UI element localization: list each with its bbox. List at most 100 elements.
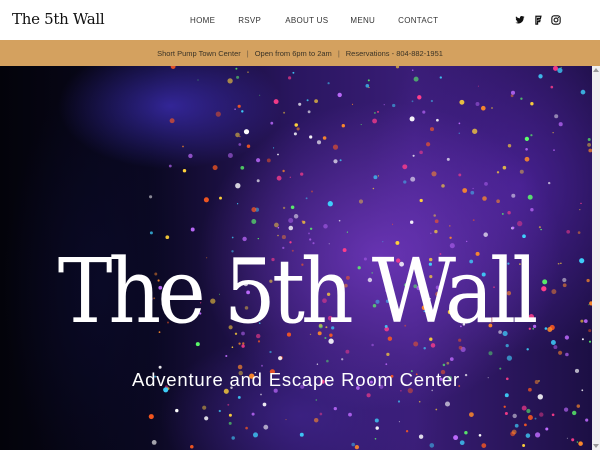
glitter-speck [277, 234, 279, 237]
instagram-icon[interactable] [551, 15, 561, 25]
glitter-speck [558, 350, 563, 355]
glitter-speck [288, 76, 292, 80]
reservations-text: Reservations - 804-882-1951 [345, 48, 443, 58]
glitter-speck [511, 226, 515, 230]
glitter-speck [188, 153, 193, 159]
glitter-speck [345, 349, 350, 354]
glitter-speck [449, 225, 451, 227]
glitter-speck [288, 225, 294, 231]
glitter-speck [313, 417, 319, 423]
glitter-speck [260, 393, 262, 396]
glitter-speck [277, 153, 279, 156]
glitter-speck [472, 219, 475, 222]
glitter-speck [576, 404, 581, 408]
nav-contact[interactable]: CONTACT [398, 16, 438, 25]
nav-about-us[interactable]: ABOUT US [285, 16, 328, 25]
glitter-speck [503, 405, 506, 408]
glitter-speck [507, 210, 511, 215]
glitter-speck [175, 408, 179, 413]
glitter-speck [412, 154, 415, 157]
glitter-speck [377, 175, 379, 177]
glitter-speck [484, 182, 488, 186]
glitter-speck [251, 412, 255, 416]
glitter-speck [409, 220, 414, 224]
glitter-speck [366, 393, 371, 398]
glitter-speck [580, 202, 582, 205]
page-scrollbar[interactable] [592, 66, 600, 450]
scroll-down-arrow-icon[interactable] [593, 444, 599, 448]
glitter-speck [247, 71, 249, 73]
glitter-speck [504, 411, 508, 416]
glitter-speck [149, 195, 153, 199]
glitter-speck [341, 124, 345, 128]
nav-rsvp[interactable]: RSVP [238, 16, 261, 25]
glitter-speck [281, 235, 286, 240]
nav-home[interactable]: HOME [190, 16, 215, 25]
glitter-speck [449, 357, 454, 361]
glitter-speck [165, 235, 170, 240]
glitter-speck [411, 100, 414, 103]
glitter-speck [372, 187, 375, 190]
glitter-speck [323, 224, 328, 229]
glitter-speck [442, 363, 446, 367]
glitter-speck [227, 403, 230, 406]
glitter-speck [299, 432, 304, 437]
glitter-speck [524, 156, 530, 162]
glitter-speck [231, 346, 234, 349]
glitter-speck [565, 352, 569, 357]
glitter-speck [530, 134, 533, 137]
glitter-speck [550, 340, 556, 345]
glitter-speck [517, 220, 523, 227]
glitter-speck [472, 128, 478, 134]
glitter-speck [151, 439, 157, 445]
glitter-speck [587, 142, 592, 147]
glitter-speck [577, 231, 581, 234]
location-text: Short Pump Town Center [157, 48, 241, 58]
glitter-speck [235, 183, 241, 189]
glitter-speck [418, 434, 424, 439]
info-bar: Short Pump Town Center | Open from 6pm t… [0, 40, 600, 66]
twitter-icon[interactable] [515, 15, 525, 25]
glitter-speck [282, 169, 285, 173]
scroll-up-arrow-icon[interactable] [593, 68, 599, 72]
glitter-speck [429, 443, 435, 448]
glitter-speck [566, 437, 568, 439]
glitter-speck [477, 85, 479, 87]
glitter-speck [436, 118, 439, 122]
glitter-speck [505, 343, 509, 348]
glitter-speck [374, 437, 377, 440]
glitter-speck [204, 416, 209, 421]
glitter-speck [397, 400, 401, 403]
glitter-speck [270, 121, 274, 125]
glitter-speck [337, 92, 342, 98]
glitter-speck [235, 132, 240, 138]
glitter-speck [530, 102, 534, 106]
glitter-speck [375, 426, 379, 430]
glitter-speck [458, 345, 463, 350]
foursquare-icon[interactable] [533, 15, 543, 25]
glitter-speck [459, 440, 465, 446]
glitter-speck [283, 111, 286, 114]
glitter-speck [263, 424, 269, 430]
glitter-speck [488, 351, 493, 356]
site-logo[interactable]: The 5th Wall [12, 10, 105, 28]
glitter-speck [496, 199, 500, 204]
glitter-speck [526, 408, 531, 414]
glitter-speck [235, 67, 238, 70]
glitter-speck [215, 111, 221, 117]
glitter-speck [358, 199, 364, 204]
glitter-speck [588, 340, 592, 343]
glitter-speck [309, 227, 313, 231]
glitter-speck [425, 142, 431, 147]
glitter-speck [409, 116, 415, 122]
glitter-speck [501, 212, 504, 215]
glitter-speck [231, 236, 234, 239]
site-header: The 5th Wall HOME RSVP ABOUT US MENU CON… [0, 0, 600, 40]
glitter-speck [203, 197, 209, 203]
info-separator: | [246, 48, 249, 58]
glitter-speck [510, 90, 516, 95]
nav-menu[interactable]: MENU [350, 16, 375, 25]
glitter-speck [558, 122, 563, 127]
glitter-speck [236, 75, 240, 79]
glitter-speck [314, 99, 318, 103]
